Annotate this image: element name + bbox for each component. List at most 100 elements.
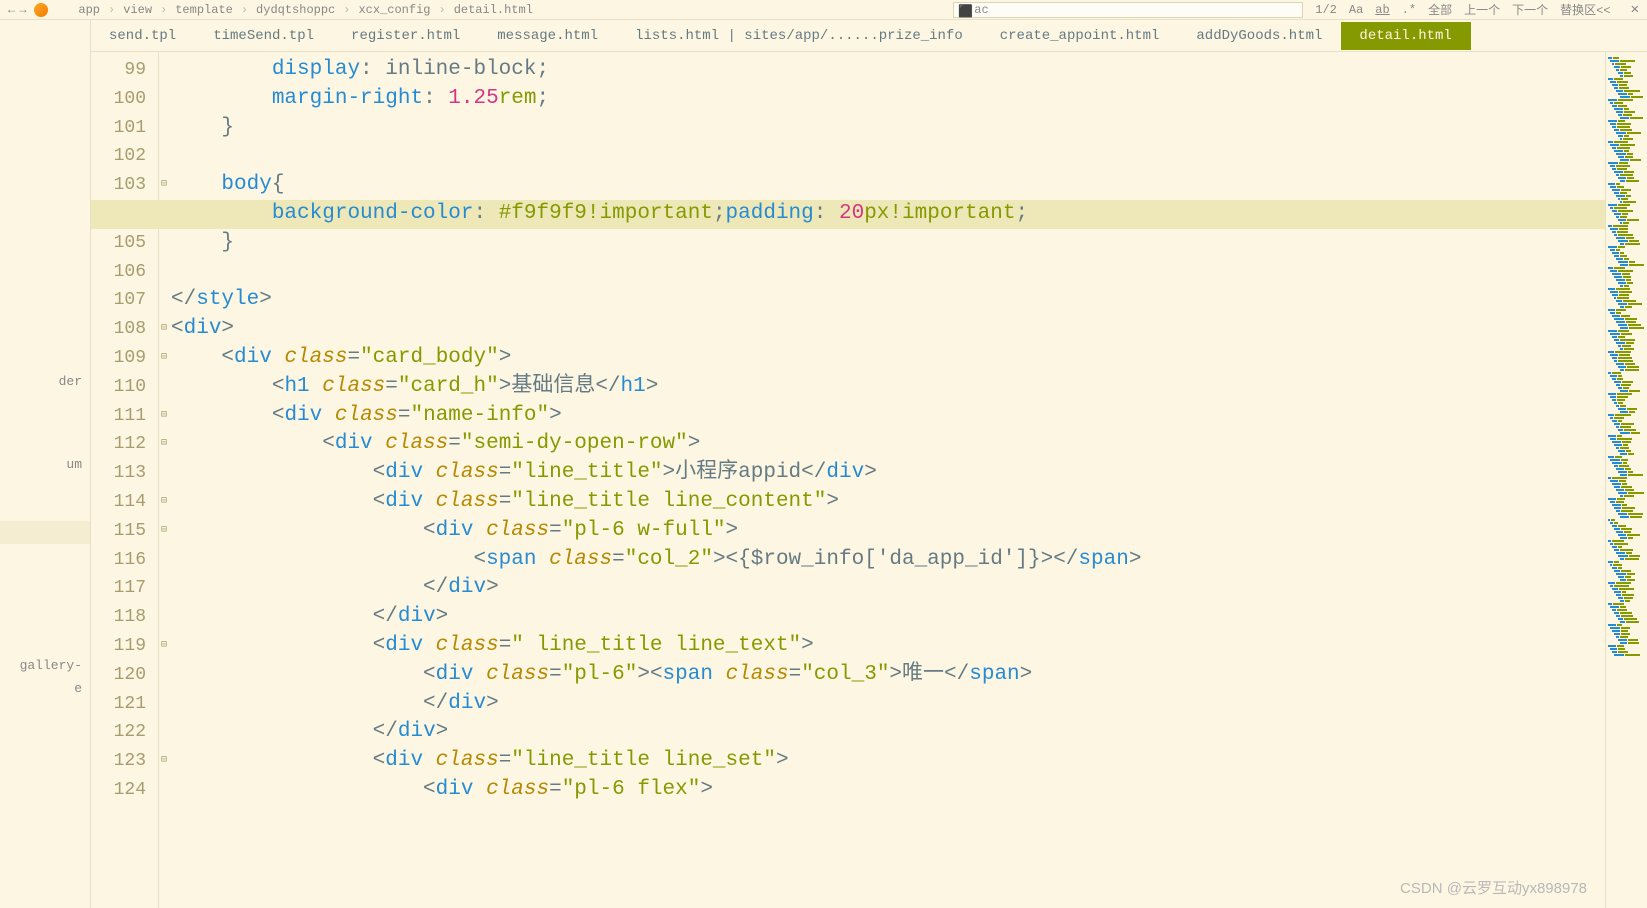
fold-marker[interactable] (159, 229, 169, 258)
code-line[interactable]: <div class="pl-6"><span class="col_3">唯一… (171, 661, 1605, 690)
nav-back-icon[interactable]: ← (8, 3, 15, 17)
line-number[interactable]: 108 (91, 315, 146, 344)
line-number[interactable]: 119 (91, 632, 146, 661)
breadcrumb-item[interactable]: dydqtshoppc (256, 3, 335, 17)
breadcrumb-item[interactable]: template (175, 3, 233, 17)
fold-marker[interactable] (159, 546, 169, 575)
search-prev[interactable]: 上一个 (1464, 1, 1500, 18)
search-case[interactable]: Aa (1349, 3, 1363, 17)
fold-marker[interactable]: ⊟ (159, 517, 169, 546)
line-number[interactable]: 118 (91, 603, 146, 632)
search-regex[interactable]: .* (1402, 3, 1416, 17)
code-line[interactable]: <span class="col_2"><{$row_info['da_app_… (171, 546, 1605, 575)
fold-marker[interactable] (159, 661, 169, 690)
line-number[interactable]: 113 (91, 459, 146, 488)
fold-marker[interactable] (159, 690, 169, 719)
sidebar-item[interactable] (0, 521, 90, 544)
fold-marker[interactable] (159, 85, 169, 114)
code-line[interactable]: <div class=" line_title line_text"> (171, 632, 1605, 661)
nav-fwd-icon[interactable]: → (19, 3, 26, 17)
fold-marker[interactable] (159, 603, 169, 632)
search-next[interactable]: 下一个 (1512, 1, 1548, 18)
code-line[interactable]: </div> (171, 690, 1605, 719)
sidebar-item[interactable]: e (0, 677, 90, 700)
code-line[interactable]: } (171, 229, 1605, 258)
fold-marker[interactable] (159, 286, 169, 315)
code-area[interactable]: 9910010110210310410510610710810911011111… (91, 52, 1647, 908)
minimap[interactable] (1605, 52, 1647, 908)
code-line[interactable]: <div class="card_body"> (171, 344, 1605, 373)
code-line[interactable]: <div class="pl-6 w-full"> (171, 517, 1605, 546)
tab-send-tpl[interactable]: send.tpl (91, 22, 195, 50)
tab-adddygoods-html[interactable]: addDyGoods.html (1178, 22, 1341, 50)
fold-marker[interactable] (159, 718, 169, 747)
line-number[interactable]: 100 (91, 85, 146, 114)
code-line[interactable]: } (171, 114, 1605, 143)
tab-detail-html[interactable]: detail.html (1341, 22, 1470, 50)
line-number[interactable]: 101 (91, 114, 146, 143)
file-sidebar[interactable]: der um -gallery e (0, 20, 91, 908)
line-number[interactable]: 123 (91, 747, 146, 776)
line-number[interactable]: 121 (91, 690, 146, 719)
fold-marker[interactable]: ⊟ (159, 488, 169, 517)
fold-marker[interactable] (159, 373, 169, 402)
line-number[interactable]: 106 (91, 258, 146, 287)
code-line[interactable]: <div class="name-info"> (171, 402, 1605, 431)
fold-marker[interactable] (159, 114, 169, 143)
breadcrumb-item[interactable]: xcx_config (358, 3, 430, 17)
breadcrumb-item[interactable]: app (78, 3, 100, 17)
line-number[interactable]: 115 (91, 517, 146, 546)
code-line[interactable]: margin-right: 1.25rem; (171, 85, 1605, 114)
line-number[interactable]: 109 (91, 344, 146, 373)
line-number[interactable]: 116 (91, 546, 146, 575)
fold-marker[interactable]: ⊟ (159, 402, 169, 431)
line-number[interactable]: 124 (91, 776, 146, 805)
fold-marker[interactable]: ⊟ (159, 747, 169, 776)
sidebar-item[interactable]: um (0, 453, 90, 476)
code-line[interactable]: <div class="pl-6 flex"> (171, 776, 1605, 805)
line-number[interactable]: 107 (91, 286, 146, 315)
sidebar-item[interactable]: der (0, 370, 90, 393)
line-number[interactable]: 117 (91, 574, 146, 603)
close-icon[interactable]: ✕ (1631, 1, 1639, 18)
code-line[interactable]: <div class="semi-dy-open-row"> (171, 430, 1605, 459)
tab-lists-html-sites-app-prize-info[interactable]: lists.html | sites/app/......prize_info (617, 22, 982, 50)
tab-register-html[interactable]: register.html (333, 22, 479, 50)
code-line[interactable]: </div> (171, 718, 1605, 747)
code-line[interactable]: body{ (171, 171, 1605, 200)
line-gutter[interactable]: 9910010110210310410510610710810911011111… (91, 52, 159, 908)
code-line[interactable]: </div> (171, 603, 1605, 632)
sidebar-item[interactable]: -gallery (0, 654, 90, 677)
fold-marker[interactable]: ⊟ (159, 632, 169, 661)
fold-marker[interactable] (159, 574, 169, 603)
code-line[interactable]: <div class="line_title">小程序appid</div> (171, 459, 1605, 488)
breadcrumb-item[interactable]: view (123, 3, 152, 17)
fold-column[interactable]: ⊟⊟⊟⊟⊟⊟⊟⊟⊟ (159, 52, 169, 908)
search-all[interactable]: 全部 (1428, 1, 1452, 18)
fold-marker[interactable] (159, 142, 169, 171)
line-number[interactable]: 102 (91, 142, 146, 171)
fold-marker[interactable]: ⊟ (159, 430, 169, 459)
code-line[interactable]: </div> (171, 574, 1605, 603)
search-input[interactable]: ⬛ ac (953, 2, 1303, 18)
line-number[interactable]: 103 (91, 171, 146, 200)
line-number[interactable]: 114 (91, 488, 146, 517)
fold-marker[interactable] (159, 258, 169, 287)
code-line[interactable]: <div class="line_title line_content"> (171, 488, 1605, 517)
code-line[interactable]: </style> (171, 286, 1605, 315)
code-content[interactable]: display: inline-block; margin-right: 1.2… (169, 52, 1605, 908)
fold-marker[interactable]: ⊟ (159, 344, 169, 373)
code-line[interactable] (171, 142, 1605, 171)
code-line[interactable]: background-color: #f9f9f9!important;padd… (171, 200, 1605, 229)
search-select[interactable]: 替换区<< (1560, 1, 1610, 18)
fold-marker[interactable] (159, 56, 169, 85)
fold-marker[interactable] (159, 459, 169, 488)
code-line[interactable]: display: inline-block; (171, 56, 1605, 85)
tab-message-html[interactable]: message.html (479, 22, 617, 50)
code-line[interactable] (171, 258, 1605, 287)
line-number[interactable]: 110 (91, 373, 146, 402)
code-line[interactable]: <div> (171, 315, 1605, 344)
fold-marker[interactable] (159, 776, 169, 805)
fold-marker[interactable]: ⊟ (159, 171, 169, 200)
line-number[interactable]: 105 (91, 229, 146, 258)
